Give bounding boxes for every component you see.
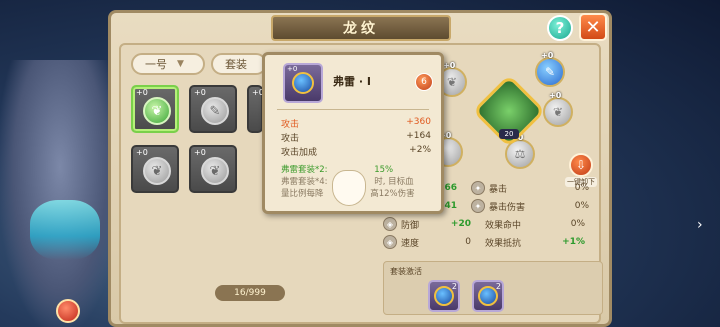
item-badge: 6 (415, 73, 433, 91)
slot-level: +0 (136, 148, 148, 157)
set-gem[interactable]: 2 (472, 280, 504, 312)
equip-orb[interactable]: +0 ✎ (535, 51, 565, 87)
orb-level: +0 (549, 91, 562, 100)
main-stat-value: +360 (406, 117, 431, 127)
background-waterfall (30, 200, 100, 260)
set-effect-label: 弗雷套装*4: (281, 177, 328, 187)
sub-stat-label: 攻击 (281, 134, 300, 144)
inventory-slot[interactable]: +0 ❦ (189, 145, 237, 193)
slot-dropdown[interactable]: 一号 ▼ (131, 53, 205, 75)
chevron-right-icon[interactable]: › (697, 217, 707, 237)
set-dropdown[interactable]: 套装 (211, 53, 267, 75)
help-button[interactable]: ? (547, 15, 573, 41)
stat-row: ◈ 防御 +20 效果命中 0% (383, 215, 603, 233)
leaf-icon: ❦ (143, 157, 171, 185)
inventory-slot[interactable]: +0 (247, 85, 264, 133)
main-stat: 攻击 +360 (281, 117, 431, 130)
item-level: +0 (287, 65, 298, 73)
crit-icon: ✦ (471, 181, 485, 195)
inventory-slot[interactable]: +0 ❦ (131, 85, 179, 133)
equip-orb[interactable]: +0 ❦ (543, 91, 573, 127)
stat-value: 0% (574, 183, 589, 193)
sub-stat-value: +164 (406, 131, 431, 141)
sub-stat-value: +2% (409, 145, 431, 155)
inventory-slot[interactable]: +0 ✎ (189, 85, 237, 133)
stat-name: 速度 (401, 238, 420, 249)
close-button[interactable]: ✕ (579, 13, 607, 41)
stat-name: 暴击伤害 (489, 202, 526, 213)
equip-wheel: +0❦ +0✎ +0❦ +0⚖ +0 20 (433, 45, 579, 175)
stat-value: 0% (574, 201, 589, 211)
set-gem-count: 2 (451, 282, 457, 291)
sub-stat: 攻击加成 +2% (281, 145, 431, 158)
slot-level: +0 (194, 148, 206, 157)
stat-name: 效果命中 (485, 220, 522, 231)
stat-value: 0% (570, 219, 585, 229)
sub-stat-label: 攻击加成 (281, 148, 318, 158)
slot-level: +0 (194, 88, 206, 97)
center-level: 20 (499, 129, 519, 139)
stat-value: +20 (450, 219, 471, 229)
defense-icon: ◈ (383, 217, 397, 231)
item-icon: +0 (283, 63, 323, 103)
stat-value: 0 (465, 237, 471, 247)
feather-icon: ✎ (201, 97, 229, 125)
set-gem[interactable]: 2 (428, 280, 460, 312)
set-effect-value: 15% (374, 165, 394, 175)
divider (277, 109, 429, 110)
set-dropdown-label: 套装 (225, 58, 247, 71)
set-effect-value: 高12%伤害 (370, 189, 415, 199)
stat-name: 效果抵抗 (485, 238, 522, 249)
orb-level: +0 (443, 61, 456, 70)
chevron-down-icon: ▼ (177, 59, 184, 69)
crit-damage-icon: ✦ (471, 199, 485, 213)
set-bonus-box: 套装激活 2 2 (383, 261, 603, 315)
stat-name: 防御 (401, 220, 420, 231)
background-rock (0, 60, 120, 327)
item-name: 弗雷 · I (333, 75, 371, 88)
stat-value: +1% (562, 237, 585, 247)
leaf-icon: ❦ (201, 157, 229, 185)
set-effect-label: 量比例每降 (281, 189, 324, 199)
gem-icon (292, 72, 314, 94)
leaf-icon: ❦ (143, 97, 171, 125)
slot-dropdown-label: 一号 (145, 58, 167, 71)
slot-level: +0 (136, 88, 148, 97)
set-gem-count: 2 (495, 282, 501, 291)
set-effect-value: 时, 目标血 (374, 177, 414, 187)
set-effect-label: 弗雷套装*2: (281, 165, 328, 175)
sub-stat: 攻击 +164 (281, 131, 431, 144)
speed-icon: ◈ (383, 235, 397, 249)
tomato-icon[interactable] (56, 299, 80, 323)
inventory-count: 16/999 (215, 285, 285, 301)
set-bonus-title: 套装激活 (390, 267, 422, 276)
stat-name: 暴击 (489, 184, 508, 195)
stat-row: ◈ 速度 0 效果抵抗 +1% (383, 233, 603, 251)
inventory-slot[interactable]: +0 ❦ (131, 145, 179, 193)
orb-level: +0 (541, 51, 554, 60)
page-title: 龙纹 (271, 15, 451, 41)
unequip-all-button[interactable]: ⇩ (569, 153, 593, 177)
pointer-hand-icon (332, 170, 366, 206)
main-stat-label: 攻击 (281, 120, 300, 130)
